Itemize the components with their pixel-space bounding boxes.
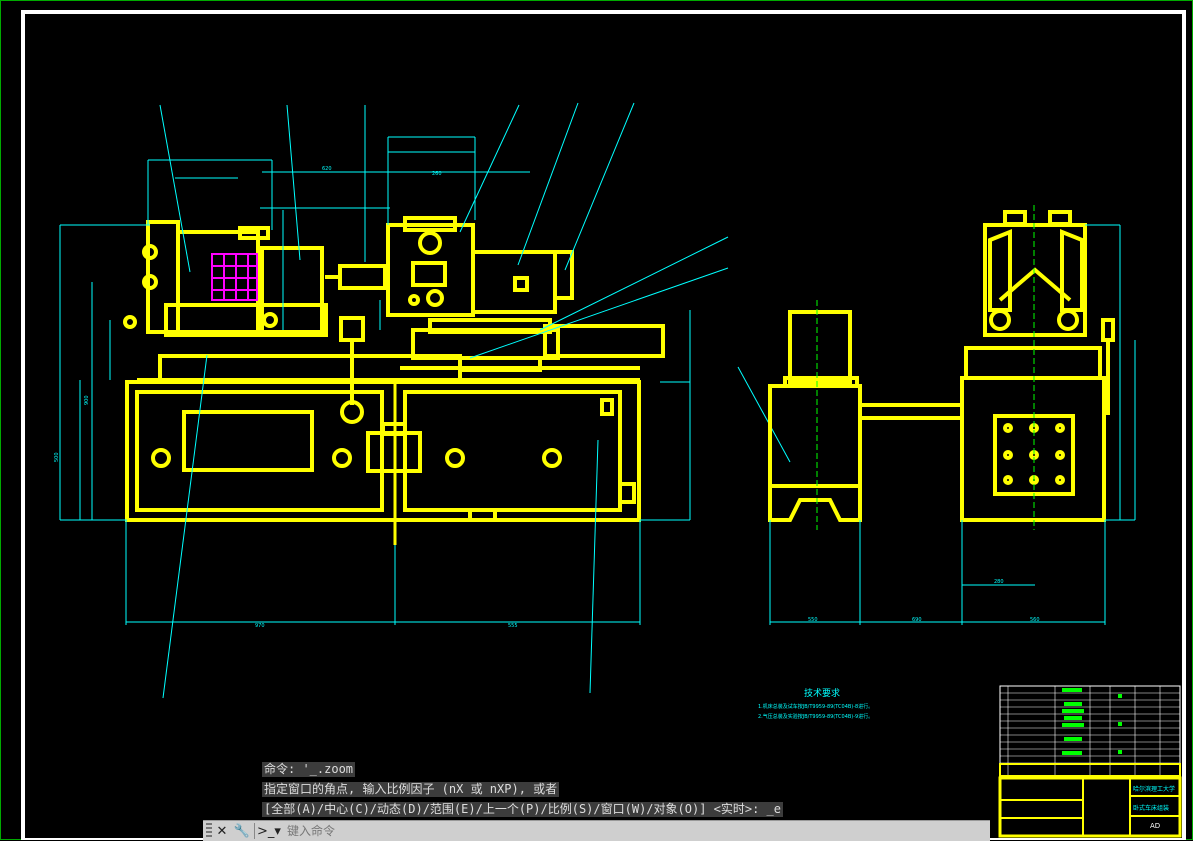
command-prompt-icon[interactable]: >_▾ — [257, 821, 281, 841]
dim-text: 260 — [432, 171, 442, 177]
dimension-text-right: 550 690 560 280 — [808, 579, 1040, 623]
tech-req-line2: 2.气压总装及实验按JB/T9959-89(TC04B)-9进行。 — [758, 713, 873, 720]
dim-text: 690 — [912, 617, 922, 623]
tech-requirements: 技术要求 1.机床总装及试车按JB/T9959-89(TC04B)-8进行。 2… — [758, 687, 873, 720]
command-line-bar: ✕ 🔧 >_▾ — [203, 820, 990, 841]
title-block: 哈尔滨理工大学 卧式车床组装 AD — [998, 685, 1182, 838]
toolbar-separator — [254, 823, 255, 839]
side-elevation-view — [768, 210, 1115, 522]
close-icon[interactable]: ✕ — [212, 821, 232, 841]
wrench-icon[interactable]: 🔧 — [232, 821, 252, 841]
dimension-text-left: 970 555 500 900 620 260 — [54, 166, 518, 629]
dim-text: 500 — [54, 452, 60, 462]
dim-text: 555 — [508, 623, 518, 629]
dim-text: 900 — [84, 395, 90, 405]
title-block-drawing-no: AD — [1150, 822, 1160, 830]
dim-text: 280 — [994, 579, 1004, 585]
title-block-title: 卧式车床组装 — [1133, 804, 1169, 812]
front-elevation-view — [123, 216, 665, 545]
command-history-line-3: [全部(A)/中心(C)/动态(D)/范围(E)/上一个(P)/比例(S)/窗口… — [262, 802, 783, 817]
drawing-viewport[interactable]: 970 555 500 900 620 260 550 690 560 280 … — [0, 0, 1193, 840]
dim-text: 620 — [322, 166, 332, 172]
tech-req-line1: 1.机床总装及试车按JB/T9959-89(TC04B)-8进行。 — [758, 703, 873, 710]
command-history-line-1: 命令: '_.zoom — [262, 762, 356, 777]
command-history-line-2: 指定窗口的角点, 输入比例因子 (nX 或 nXP), 或者 — [262, 782, 560, 797]
title-block-school: 哈尔滨理工大学 — [1133, 785, 1175, 793]
tech-req-title: 技术要求 — [804, 687, 840, 699]
command-input[interactable] — [281, 821, 990, 841]
dim-text: 550 — [808, 617, 818, 623]
cad-drawing-canvas[interactable]: 970 555 500 900 620 260 550 690 560 280 … — [0, 0, 1193, 840]
dim-text: 970 — [255, 623, 265, 629]
workpiece-highlight — [211, 253, 258, 301]
dimension-lines-left — [59, 102, 791, 699]
dim-text: 560 — [1030, 617, 1040, 623]
